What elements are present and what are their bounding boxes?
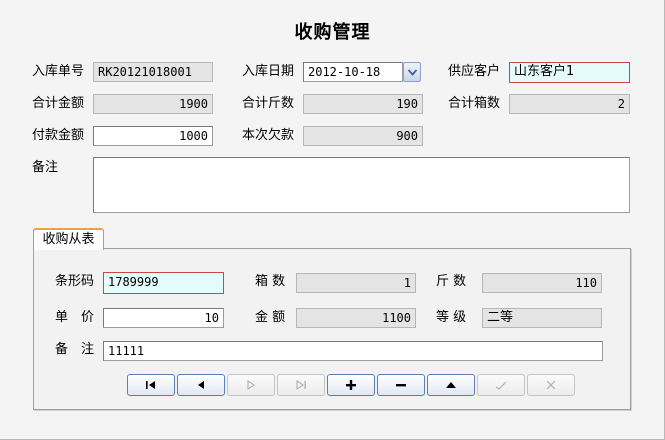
prior-icon xyxy=(198,381,204,389)
last-record-button[interactable] xyxy=(277,374,325,396)
tab-purchase-detail[interactable]: 收购从表 xyxy=(33,228,104,250)
remark-label: 备注 xyxy=(32,160,59,175)
total-boxes-field[interactable]: 2 xyxy=(509,94,630,114)
jin-field[interactable]: 110 xyxy=(482,273,602,293)
skip-first-icon xyxy=(146,381,155,389)
owed-amount-field[interactable]: 900 xyxy=(303,126,423,146)
total-amount-label: 合计金额 xyxy=(32,96,85,111)
next-record-button[interactable] xyxy=(227,374,275,396)
chevron-down-icon xyxy=(408,69,417,76)
total-jin-field[interactable]: 190 xyxy=(303,94,423,114)
cancel-icon xyxy=(546,380,556,390)
jin-label: 斤 数 xyxy=(436,274,467,289)
page-title: 收购管理 xyxy=(294,22,371,43)
supplier-field[interactable]: 山东客户1 xyxy=(509,62,630,83)
barcode-field[interactable]: 1789999 xyxy=(103,272,224,294)
purchase-management-window: 收购管理 入库单号 RK20121018001 入库日期 2012-10-18 … xyxy=(0,0,665,440)
amount-label: 金 额 xyxy=(255,310,286,325)
edit-icon xyxy=(446,382,456,388)
prior-record-button[interactable] xyxy=(177,374,225,396)
date-field[interactable]: 2012-10-18 xyxy=(303,62,403,82)
minus-icon xyxy=(396,384,406,387)
detail-remark-label: 备 注 xyxy=(55,342,95,357)
plus-icon xyxy=(346,380,356,390)
date-label: 入库日期 xyxy=(242,64,295,79)
owed-amount-label: 本次欠款 xyxy=(242,128,295,143)
barcode-label: 条形码 xyxy=(55,274,95,289)
insert-record-button[interactable] xyxy=(327,374,375,396)
paid-amount-field[interactable]: 1000 xyxy=(93,126,213,146)
detail-remark-field[interactable]: 11111 xyxy=(103,341,603,361)
post-record-button[interactable] xyxy=(477,374,525,396)
boxes-label: 箱 数 xyxy=(255,274,286,289)
total-jin-label: 合计斤数 xyxy=(242,96,295,111)
unit-price-label: 单 价 xyxy=(55,310,95,325)
edit-record-button[interactable] xyxy=(427,374,475,396)
grade-label: 等 级 xyxy=(436,310,467,325)
order-no-field[interactable]: RK20121018001 xyxy=(93,62,213,82)
total-amount-field[interactable]: 1900 xyxy=(93,94,213,114)
first-record-button[interactable] xyxy=(127,374,175,396)
date-dropdown-button[interactable] xyxy=(403,62,421,82)
unit-price-field[interactable]: 10 xyxy=(103,308,224,328)
supplier-label: 供应客户 xyxy=(448,64,501,79)
amount-field[interactable]: 1100 xyxy=(296,308,416,328)
delete-record-button[interactable] xyxy=(377,374,425,396)
remark-memo[interactable] xyxy=(93,157,630,213)
boxes-field[interactable]: 1 xyxy=(296,273,416,293)
cancel-record-button[interactable] xyxy=(527,374,575,396)
grade-field[interactable]: 二等 xyxy=(482,308,602,328)
order-no-label: 入库单号 xyxy=(32,64,85,79)
check-icon xyxy=(495,381,507,390)
paid-amount-label: 付款金额 xyxy=(32,128,85,143)
skip-last-icon xyxy=(296,380,306,390)
next-icon xyxy=(247,380,255,390)
total-boxes-label: 合计箱数 xyxy=(448,96,501,111)
